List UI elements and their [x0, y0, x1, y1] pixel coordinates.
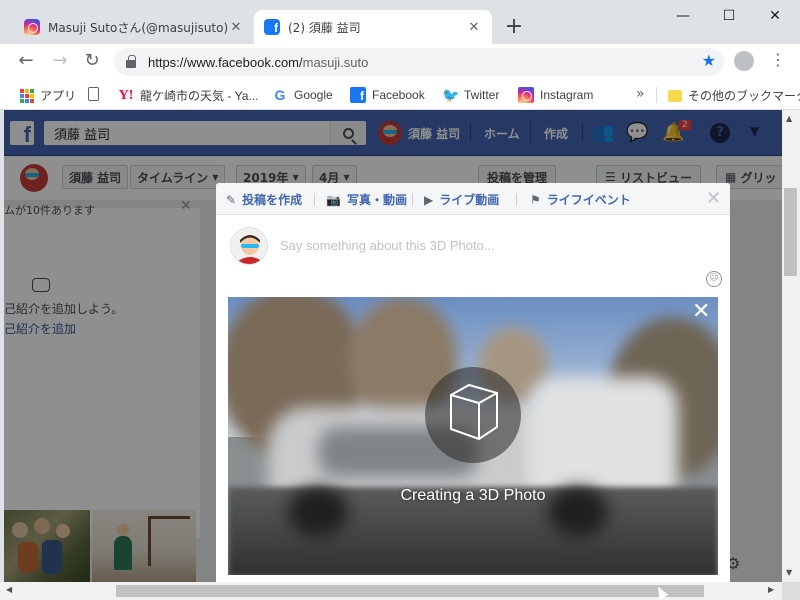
divider	[314, 193, 315, 206]
processing-status: Creating a 3D Photo	[400, 487, 546, 504]
bookmark-star-icon[interactable]: ★	[702, 51, 716, 70]
3d-photo-preview: ✕ Creating a 3D Photo	[228, 297, 718, 575]
tab-title: Masuji Sutoさん(@masujisuto) • In	[48, 20, 228, 35]
other-bookmarks[interactable]: その他のブックマーク	[668, 87, 800, 104]
bookmarks-overflow-icon[interactable]: »	[636, 86, 645, 102]
camera-icon: 📷	[326, 192, 341, 207]
tab-instagram[interactable]: Masuji Sutoさん(@masujisuto) • In ✕	[14, 10, 254, 44]
profile-avatar-icon[interactable]	[734, 51, 754, 71]
video-icon: ▶	[424, 192, 434, 207]
close-icon[interactable]: ✕	[706, 188, 721, 209]
bookmarks-bar: アプリ Y! 龍ケ崎市の天気 - Ya... G Google f Facebo…	[0, 80, 800, 110]
tab-life-event[interactable]: ⚑ ライフイベント	[530, 191, 631, 208]
scroll-down-icon[interactable]: ▼	[786, 568, 792, 577]
bookmark-instagram[interactable]: Instagram	[518, 87, 593, 103]
browser-toolbar: ← → ↻ https://www.facebook.com/masuji.su…	[0, 44, 800, 80]
yahoo-icon: Y!	[118, 87, 134, 103]
bookmark-google[interactable]: G Google	[272, 87, 333, 103]
back-arrow-icon[interactable]: ←	[14, 50, 38, 74]
lock-icon	[126, 55, 136, 68]
scroll-left-icon[interactable]: ◀	[6, 585, 12, 594]
close-window-button[interactable]: ✕	[752, 4, 798, 28]
scroll-thumb[interactable]	[116, 585, 704, 597]
tab-live-video[interactable]: ▶ ライブ動画	[424, 191, 499, 208]
scroll-right-icon[interactable]: ▶	[768, 585, 774, 594]
divider	[412, 193, 413, 206]
close-tab-icon[interactable]: ✕	[228, 20, 244, 35]
instagram-icon	[24, 19, 40, 35]
bookmark-document[interactable]	[88, 87, 105, 101]
avatar	[230, 227, 268, 265]
scroll-thumb[interactable]	[784, 188, 797, 276]
twitter-icon: 🐦	[442, 87, 460, 103]
forward-arrow-icon[interactable]: →	[48, 50, 72, 74]
pencil-icon: ✎	[226, 192, 237, 207]
3d-cube-icon	[425, 367, 521, 463]
post-text-input[interactable]: Say something about this 3D Photo...	[280, 238, 495, 253]
tab-title: (2) 須藤 益司	[288, 20, 361, 35]
maximize-button[interactable]: ☐	[706, 4, 752, 28]
bookmark-weather[interactable]: Y! 龍ケ崎市の天気 - Ya...	[118, 87, 259, 104]
bookmarks-divider	[656, 87, 657, 103]
scroll-up-icon[interactable]: ▲	[786, 114, 792, 123]
address-bar[interactable]: https://www.facebook.com/masuji.suto ★	[114, 48, 724, 76]
apps-grid-icon	[20, 88, 34, 103]
document-icon	[88, 87, 99, 101]
tab-photo-video[interactable]: 📷 写真・動画	[326, 191, 407, 208]
tab-strip: Masuji Sutoさん(@masujisuto) • In ✕ f (2) …	[0, 0, 800, 44]
instagram-icon	[518, 87, 534, 103]
bookmark-twitter[interactable]: 🐦 Twitter	[442, 87, 499, 103]
flag-icon: ⚑	[530, 192, 541, 207]
emoji-icon[interactable]: ☺	[706, 271, 722, 287]
new-tab-button[interactable]: +	[500, 14, 528, 42]
menu-kebab-icon[interactable]: ⋮	[770, 50, 786, 69]
bookmark-facebook[interactable]: f Facebook	[350, 87, 425, 103]
composer-tabs: ✎ 投稿を作成 📷 写真・動画 ▶ ライブ動画 ⚑ ライフイベント ✕	[216, 183, 730, 215]
tab-create-post[interactable]: ✎ 投稿を作成	[226, 191, 302, 208]
google-icon: G	[274, 87, 286, 103]
scrollbar-corner	[782, 582, 800, 600]
divider	[516, 193, 517, 206]
remove-photo-icon[interactable]: ✕	[692, 299, 710, 324]
reload-icon[interactable]: ↻	[80, 50, 104, 74]
tab-facebook[interactable]: f (2) 須藤 益司 ✕	[254, 10, 492, 44]
minimize-button[interactable]: —	[660, 4, 706, 28]
facebook-icon: f	[350, 87, 366, 103]
vertical-scrollbar[interactable]: ▲ ▼	[782, 110, 800, 582]
url-text: https://www.facebook.com/masuji.suto	[148, 54, 369, 70]
facebook-page: f 須藤 益司 須藤 益司 ホーム 作成 👥 💬 🔔 2 ? ▼ 須藤 益司 タ…	[4, 110, 782, 582]
facebook-icon: f	[264, 19, 280, 35]
bookmark-apps[interactable]: アプリ	[20, 87, 76, 104]
close-tab-icon[interactable]: ✕	[466, 20, 482, 35]
folder-icon	[668, 89, 682, 102]
create-post-dialog: ✎ 投稿を作成 📷 写真・動画 ▶ ライブ動画 ⚑ ライフイベント ✕ Say …	[216, 183, 730, 582]
